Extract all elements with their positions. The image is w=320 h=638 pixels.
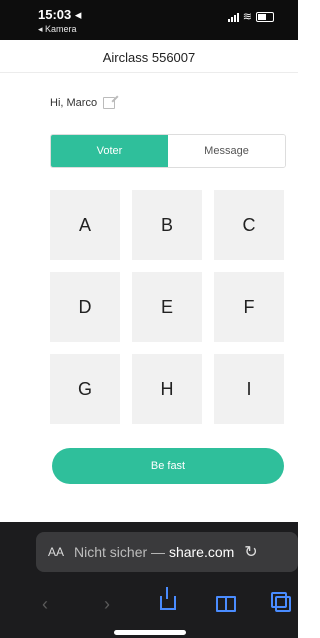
battery-icon — [256, 12, 274, 22]
share-icon[interactable] — [160, 587, 176, 610]
answer-h-button[interactable]: H — [132, 354, 202, 424]
mode-tabs: Voter Message — [50, 134, 286, 168]
browser-chrome: AA Nicht sicher — share.com ↻ ‹ › — [0, 522, 298, 638]
reload-icon[interactable]: ↻ — [244, 542, 257, 562]
answer-a-button[interactable]: A — [50, 190, 120, 260]
tab-voter[interactable]: Voter — [51, 135, 168, 167]
greeting-text: Hi, Marco — [50, 97, 98, 109]
status-bar: 15:03 ◂ ◂ Kamera ≋ — [0, 0, 298, 40]
tabs-icon[interactable] — [271, 592, 291, 612]
url-prefix: Nicht sicher — — [74, 544, 169, 560]
edit-icon[interactable] — [103, 97, 116, 109]
signal-icon — [227, 12, 239, 22]
address-bar[interactable]: AA Nicht sicher — share.com ↻ — [36, 532, 298, 572]
back-to-camera-link[interactable]: ◂ Kamera — [38, 24, 77, 35]
answer-c-button[interactable]: C — [214, 190, 284, 260]
bookmarks-icon[interactable] — [216, 596, 236, 612]
greeting: Hi, Marco — [50, 97, 116, 109]
answer-g-button[interactable]: G — [50, 354, 120, 424]
url-domain: share.com — [168, 544, 235, 560]
answer-e-button[interactable]: E — [132, 272, 202, 342]
answer-b-button[interactable]: B — [132, 190, 202, 260]
text-size-button[interactable]: AA — [48, 545, 64, 559]
page-title: Airclass 556007 — [0, 44, 298, 73]
be-fast-button[interactable]: Be fast — [52, 448, 284, 484]
tab-message[interactable]: Message — [168, 135, 285, 167]
answer-i-button[interactable]: I — [214, 354, 284, 424]
status-time: 15:03 ◂ — [38, 7, 82, 22]
browser-toolbar: ‹ › — [0, 586, 298, 616]
home-indicator — [114, 630, 186, 635]
answer-grid: A B C D E F G H I — [50, 190, 285, 424]
status-icons: ≋ — [227, 11, 274, 23]
back-icon[interactable]: ‹ — [42, 594, 48, 615]
answer-d-button[interactable]: D — [50, 272, 120, 342]
url-text: Nicht sicher — share.com — [74, 544, 234, 560]
forward-icon[interactable]: › — [104, 594, 110, 615]
wifi-icon: ≋ — [242, 11, 252, 23]
answer-f-button[interactable]: F — [214, 272, 284, 342]
